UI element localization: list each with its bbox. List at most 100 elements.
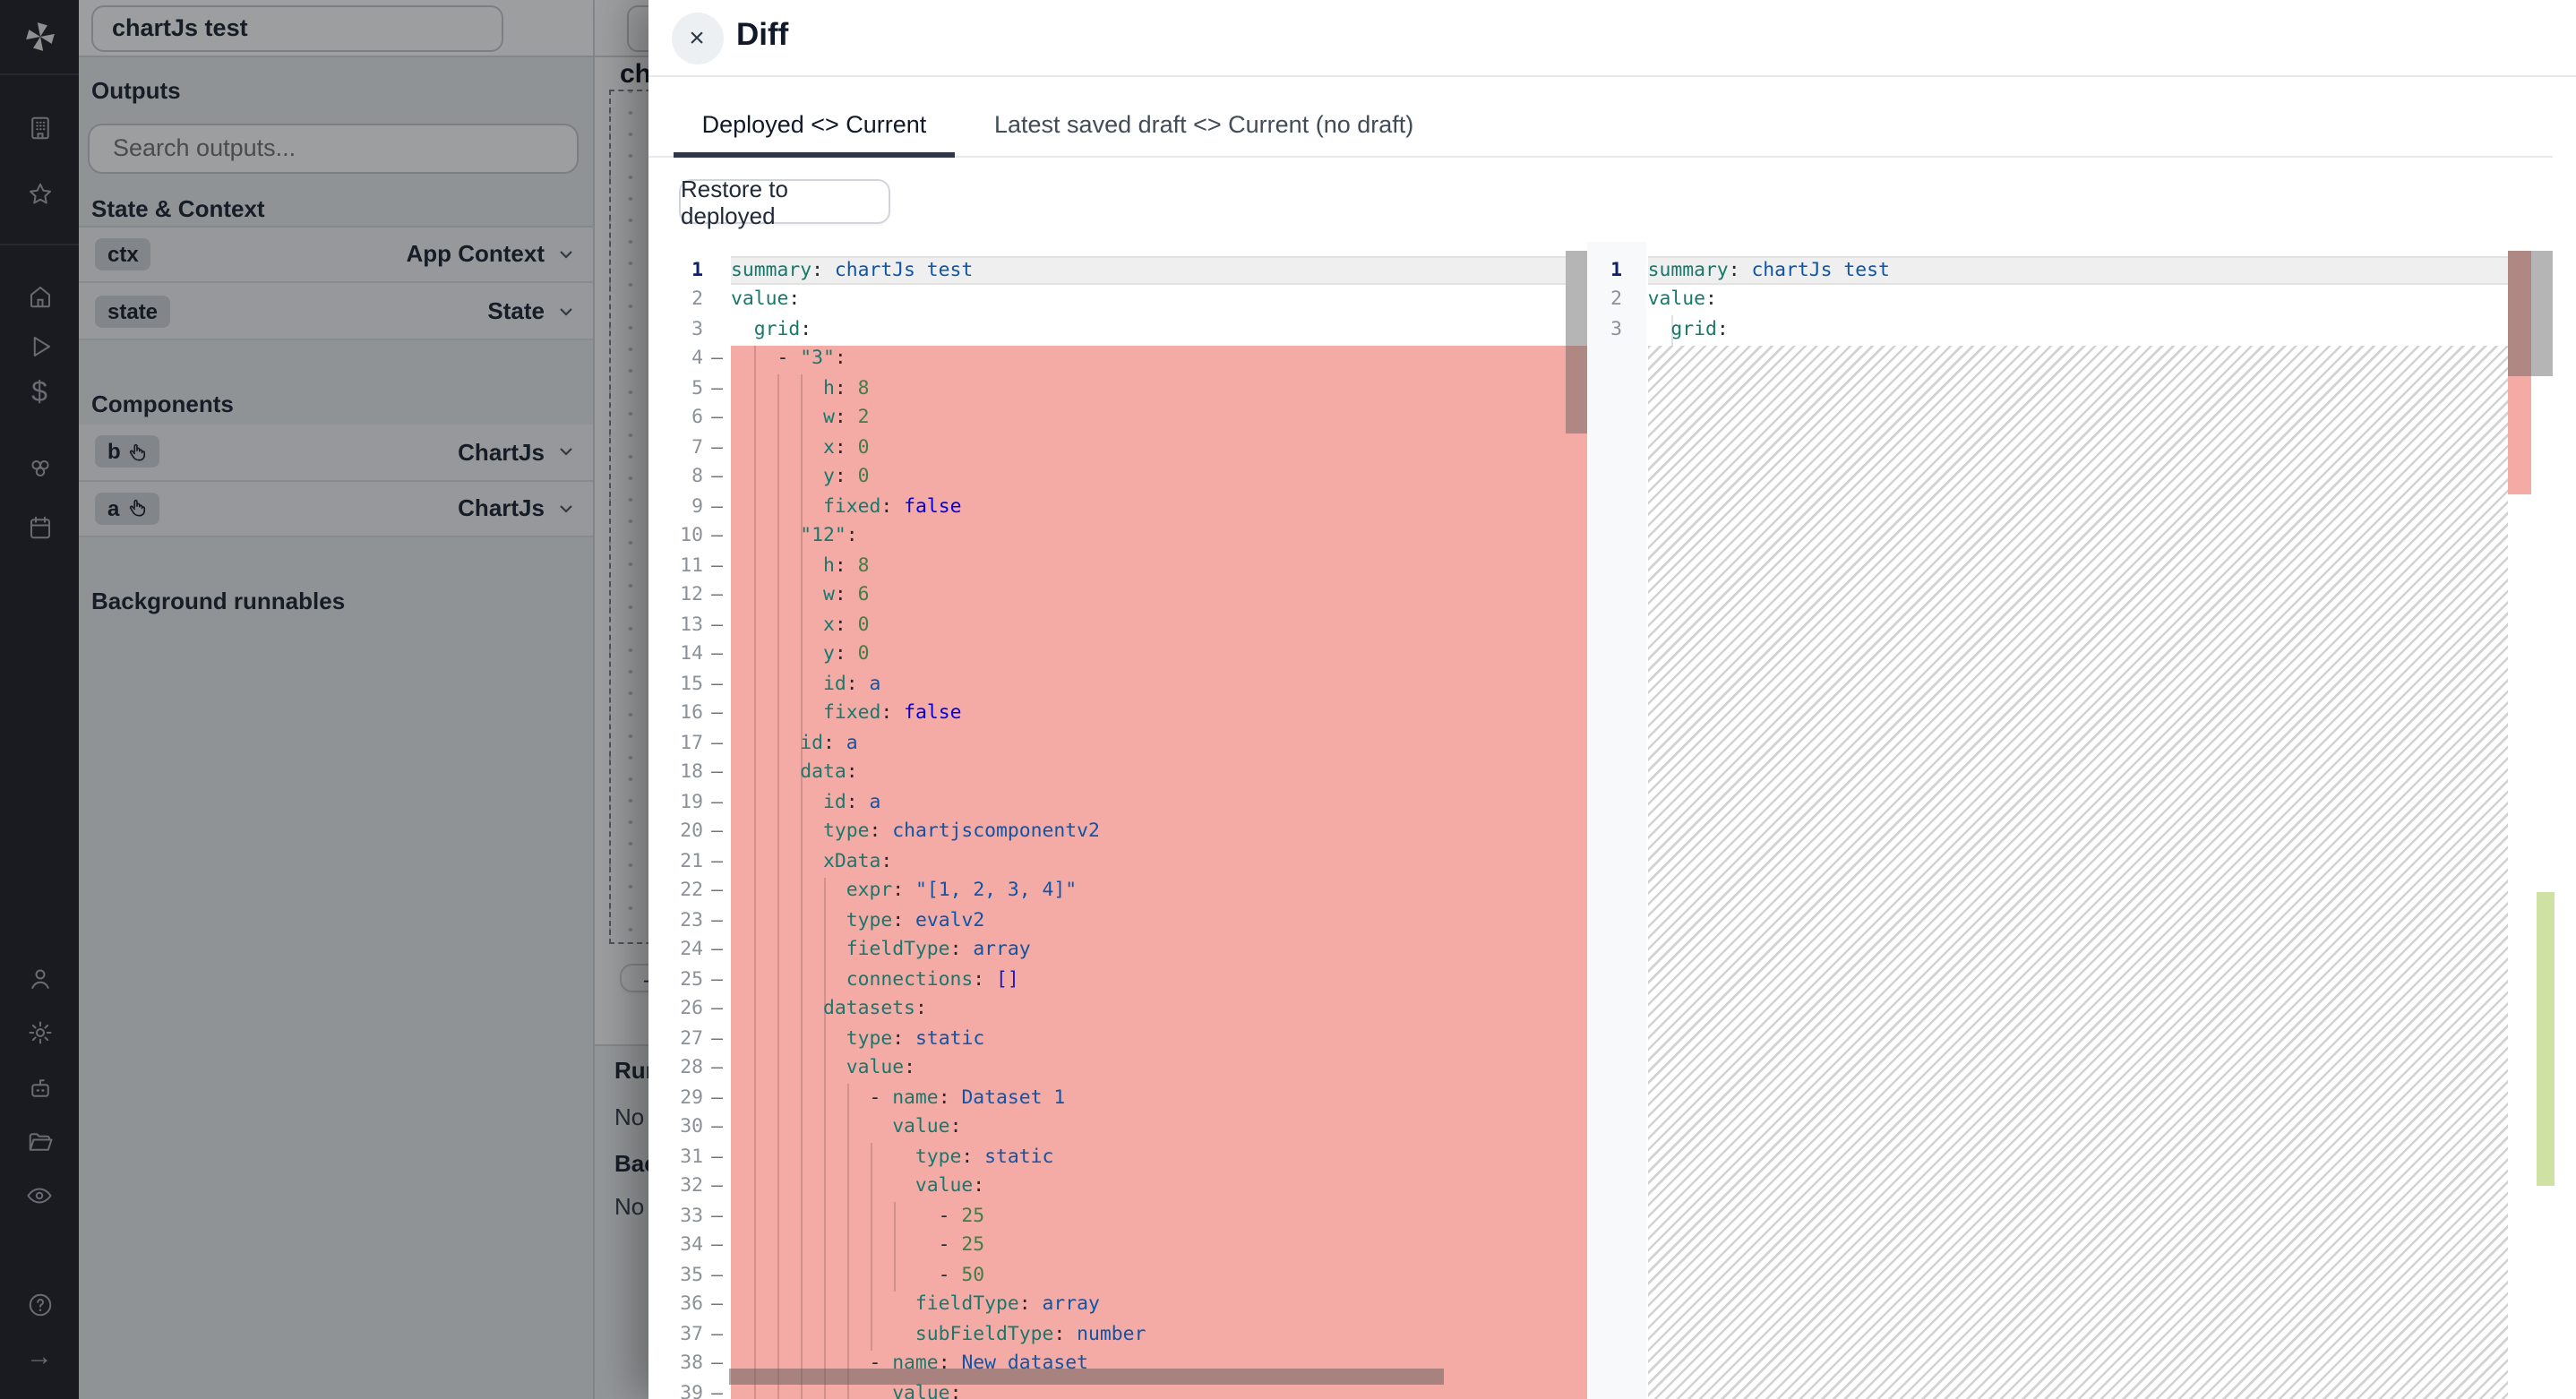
removed-line-indicator: – — [703, 787, 731, 817]
removed-line-indicator: – — [703, 373, 731, 403]
removed-line-indicator: – — [703, 1378, 731, 1399]
removed-line-indicator: – — [703, 580, 731, 610]
code-line: 5– h: 8 — [648, 373, 1146, 403]
code-line: 12– w: 6 — [648, 580, 1146, 610]
tab-draft-current[interactable]: Latest saved draft <> Current (no draft) — [994, 111, 1413, 138]
removed-line-indicator: – — [703, 994, 731, 1024]
code-line: 24– fieldType: array — [648, 935, 1146, 965]
removed-line-indicator: – — [703, 1112, 731, 1142]
gutter-background — [1587, 242, 1646, 1399]
diff-modal: × Diff Deployed <> Current Latest saved … — [648, 0, 2576, 1399]
close-icon[interactable]: × — [671, 12, 723, 64]
modal-title: Diff — [736, 16, 788, 54]
removed-line-indicator: – — [703, 639, 731, 669]
removed-line-indicator: – — [703, 817, 731, 846]
removed-line-indicator: – — [703, 1083, 731, 1112]
overview-added-mark — [2536, 892, 2555, 1186]
removed-line-indicator: – — [703, 965, 731, 994]
code-line: 22– expr: "[1, 2, 3, 4]" — [648, 876, 1146, 905]
removed-line-indicator: – — [703, 1053, 731, 1083]
line-gutter-spacer — [703, 285, 731, 314]
code-line: 2value: — [648, 285, 1146, 314]
code-line: 2value: — [1587, 285, 1890, 314]
code-line: 18– data: — [648, 758, 1146, 787]
code-line: 3 grid: — [648, 314, 1146, 344]
line-gutter-spacer — [1622, 255, 1648, 285]
removed-line-indicator: – — [703, 610, 731, 639]
removed-line-indicator: – — [703, 1290, 731, 1319]
removed-line-indicator: – — [703, 669, 731, 699]
code-line: 21– xData: — [648, 846, 1146, 876]
code-line: 10– "12": — [648, 521, 1146, 551]
code-line: 32– value: — [648, 1172, 1146, 1201]
code-line: 4– - "3": — [648, 344, 1146, 373]
code-line: 33– - 25 — [648, 1201, 1146, 1231]
code-line: 15– id: a — [648, 669, 1146, 699]
code-line: 35– - 50 — [648, 1260, 1146, 1290]
code-line: 28– value: — [648, 1053, 1146, 1083]
active-tab-underline — [674, 152, 955, 158]
removed-line-indicator: – — [703, 492, 731, 521]
code-line: 19– id: a — [648, 787, 1146, 817]
removed-line-indicator: – — [703, 758, 731, 787]
removed-line-indicator: – — [703, 1231, 731, 1260]
horizontal-scrollbar[interactable] — [729, 1368, 1444, 1384]
code-line: 29– - name: Dataset 1 — [648, 1083, 1146, 1112]
code-line: 20– type: chartjscomponentv2 — [648, 817, 1146, 846]
app-root: $ → Outputs State & Context — [0, 0, 2576, 1399]
empty-diff-hatch-region — [1648, 345, 2508, 1399]
code-line: 34– - 25 — [648, 1231, 1146, 1260]
code-line: 6– w: 2 — [648, 403, 1146, 433]
code-line: 36– fieldType: array — [648, 1290, 1146, 1319]
diff-left-lines: 1summary: chartJs test2value:3 grid:4– -… — [648, 255, 1146, 1399]
line-gutter-spacer — [1622, 285, 1648, 314]
code-line: 13– x: 0 — [648, 610, 1146, 639]
vertical-scrollbar[interactable] — [1566, 251, 1587, 433]
code-line: 37– subFieldType: number — [648, 1319, 1146, 1349]
removed-line-indicator: – — [703, 1024, 731, 1053]
line-gutter-spacer — [703, 314, 731, 344]
code-line: 9– fixed: false — [648, 492, 1146, 521]
line-gutter-spacer — [1622, 314, 1648, 344]
removed-line-indicator: – — [703, 1349, 731, 1378]
line-gutter-spacer — [703, 255, 731, 285]
code-line: 26– datasets: — [648, 994, 1146, 1024]
code-line: 16– fixed: false — [648, 699, 1146, 728]
modal-backdrop[interactable] — [0, 0, 648, 1399]
removed-line-indicator: – — [703, 551, 731, 580]
code-line: 11– h: 8 — [648, 551, 1146, 580]
removed-line-indicator: – — [703, 699, 731, 728]
restore-to-deployed-button[interactable]: Restore to deployed — [679, 179, 890, 224]
code-line: 31– type: static — [648, 1142, 1146, 1172]
removed-line-indicator: – — [703, 1201, 731, 1231]
divider — [648, 74, 2576, 76]
removed-line-indicator: – — [703, 905, 731, 935]
code-line: 3 grid: — [1587, 314, 1890, 344]
removed-line-indicator: – — [703, 846, 731, 876]
code-line: 27– type: static — [648, 1024, 1146, 1053]
removed-line-indicator: – — [703, 1260, 731, 1290]
diff-editor-original[interactable]: 1summary: chartJs test2value:3 grid:4– -… — [648, 242, 1587, 1399]
tab-deployed-current[interactable]: Deployed <> Current — [674, 111, 955, 138]
diff-right-lines: 1summary: chartJs test2value:3 grid: — [1587, 255, 1890, 344]
removed-line-indicator: – — [703, 462, 731, 492]
code-line: 23– type: evalv2 — [648, 905, 1146, 935]
code-line: 25– connections: [] — [648, 965, 1146, 994]
removed-line-indicator: – — [703, 728, 731, 758]
diff-editor-modified[interactable]: 1summary: chartJs test2value:3 grid: — [1587, 242, 2576, 1399]
removed-line-indicator: – — [703, 1172, 731, 1201]
code-line: 17– id: a — [648, 728, 1146, 758]
removed-line-indicator: – — [703, 521, 731, 551]
vertical-scrollbar[interactable] — [2508, 251, 2553, 376]
removed-line-indicator: – — [703, 344, 731, 373]
code-line: 8– y: 0 — [648, 462, 1146, 492]
removed-line-indicator: – — [703, 1142, 731, 1172]
removed-line-indicator: – — [703, 403, 731, 433]
code-line: 1summary: chartJs test — [648, 255, 1146, 285]
removed-line-indicator: – — [703, 1319, 731, 1349]
code-line: 1summary: chartJs test — [1587, 255, 1890, 285]
removed-line-indicator: – — [703, 433, 731, 462]
code-line: 30– value: — [648, 1112, 1146, 1142]
removed-line-indicator: – — [703, 935, 731, 965]
code-line: 7– x: 0 — [648, 433, 1146, 462]
